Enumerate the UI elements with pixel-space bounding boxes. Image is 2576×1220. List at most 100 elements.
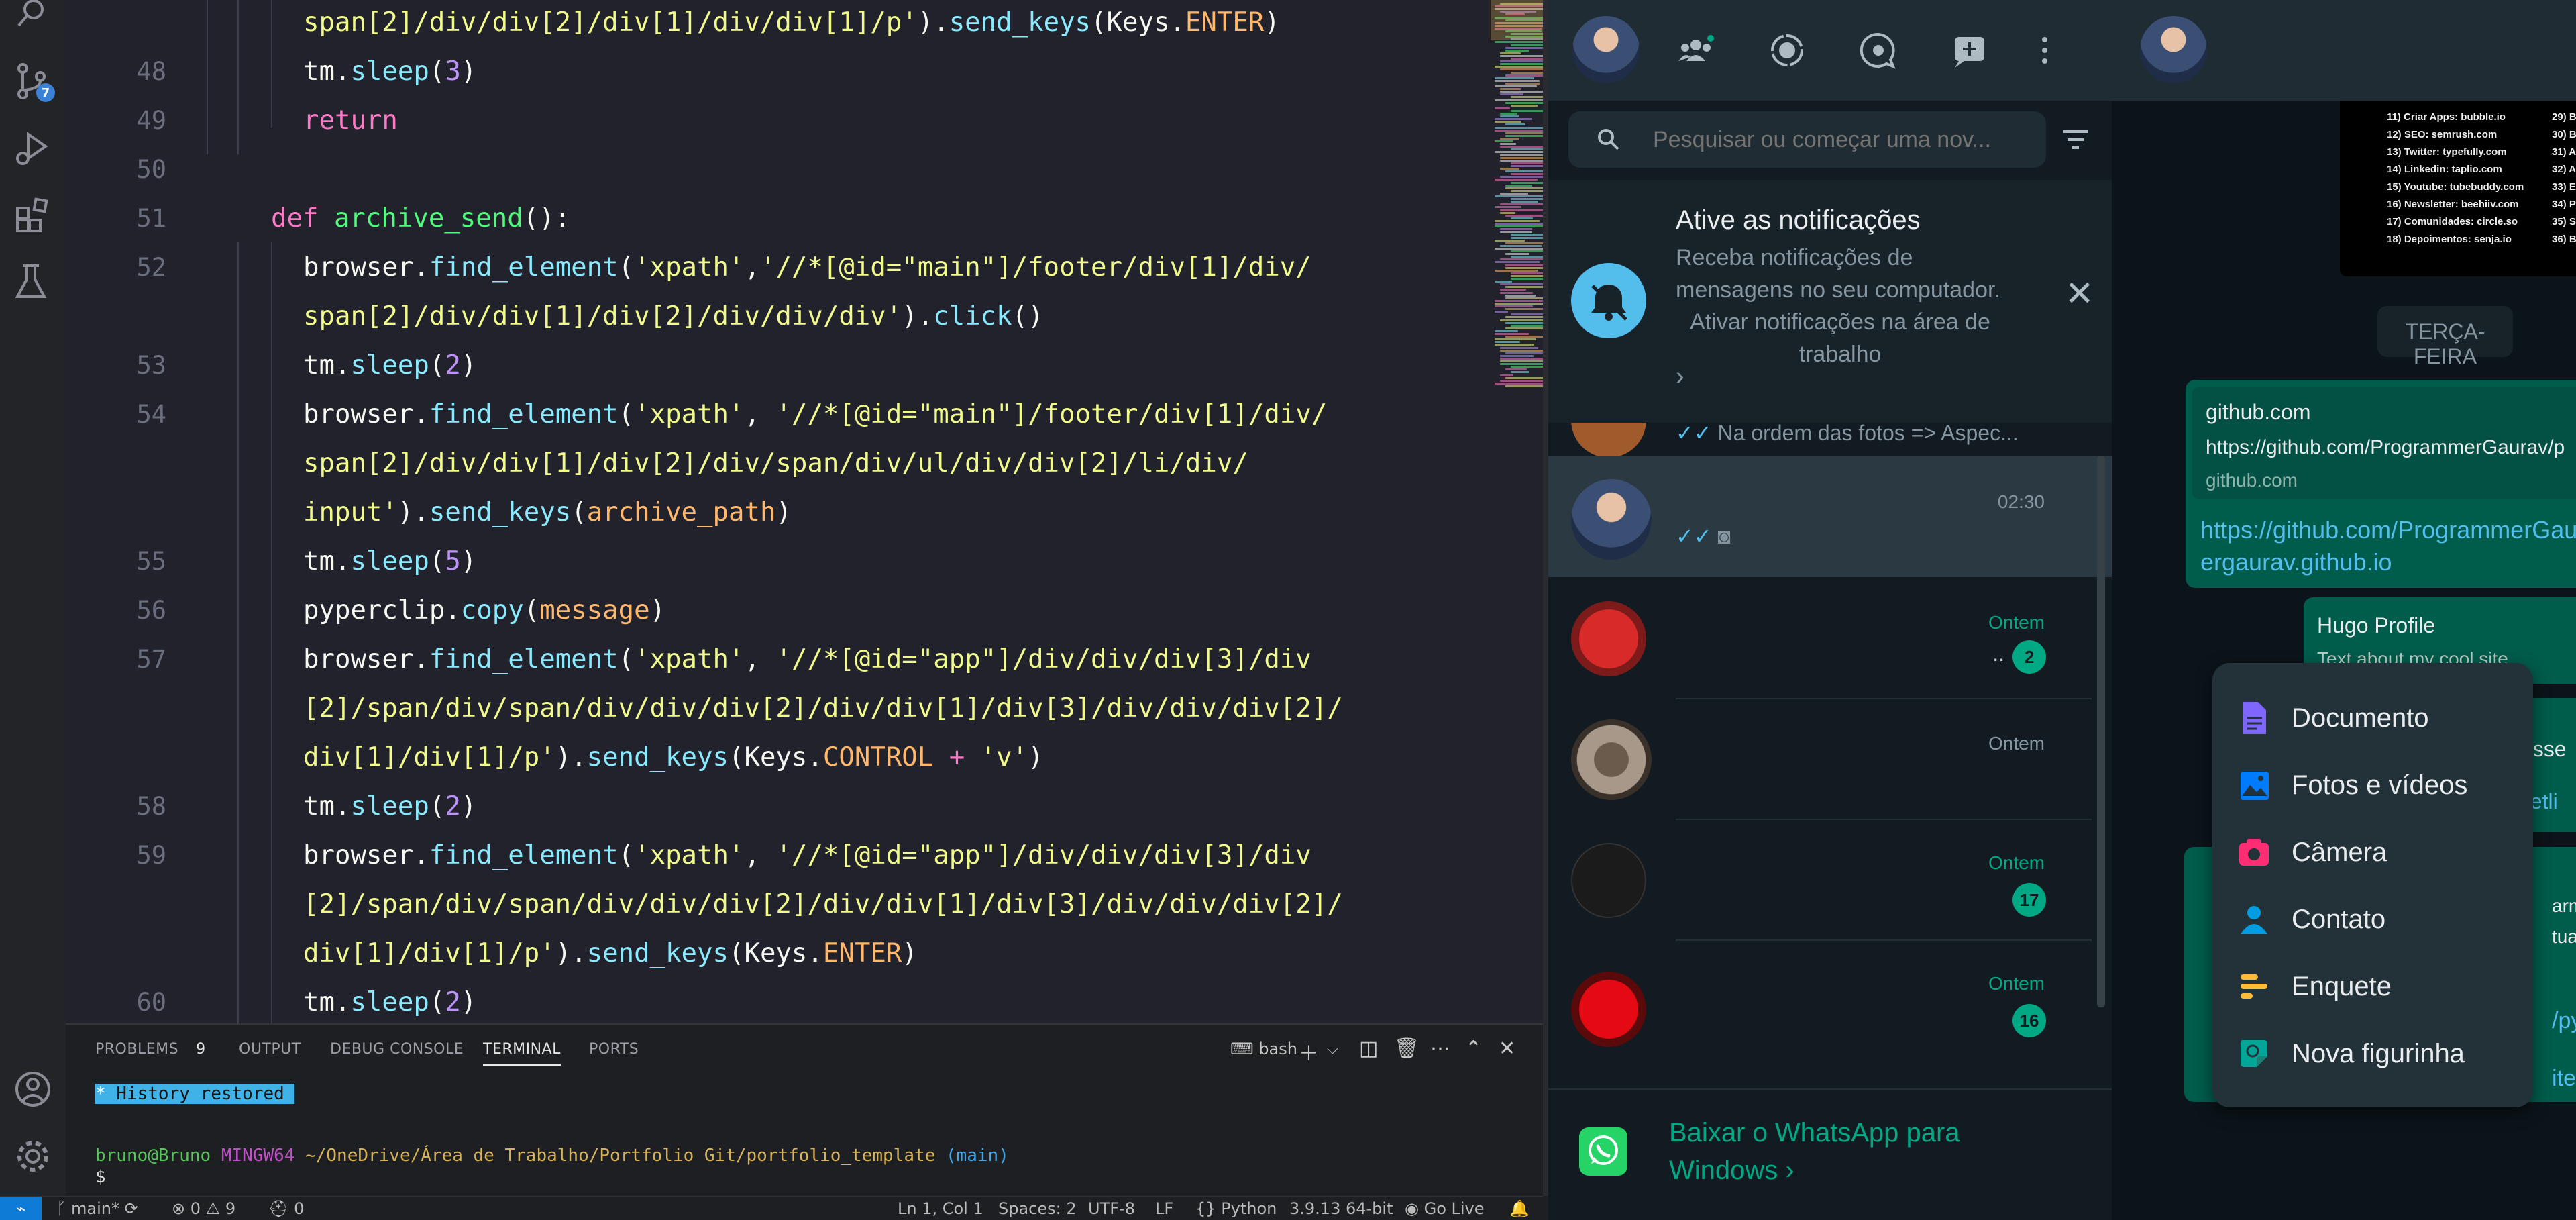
chat-item[interactable]: Ontem 16 (1548, 941, 2112, 1062)
code-line[interactable]: browser.find_element('xpath', '//*[@id="… (303, 831, 1311, 880)
remote-icon[interactable]: ⌁ (0, 1197, 42, 1220)
chat-item[interactable]: Ontem (1548, 699, 2112, 820)
history-marker-icon: * (95, 1084, 106, 1104)
communities-icon[interactable] (1676, 30, 1716, 70)
chevron-down-icon[interactable]: ⌵ (1327, 1041, 1338, 1058)
run-debug-icon[interactable] (13, 129, 52, 168)
testing-icon[interactable] (13, 263, 52, 302)
language-mode[interactable]: {} Python (1195, 1199, 1277, 1218)
chat-item-selected[interactable]: 02:30 ✓✓ ◙ (1548, 456, 2112, 577)
code-line[interactable]: tm.sleep(3) (303, 47, 476, 96)
indentation[interactable]: Spaces: 2 (998, 1199, 1077, 1218)
line-ending[interactable]: LF (1155, 1199, 1173, 1218)
tab-output[interactable]: OUTPUT (239, 1041, 301, 1058)
image-message[interactable]: 11) Criar Apps: bubble.io 12) SEO: semrus… (2340, 101, 2576, 276)
python-interpreter[interactable]: 3.9.13 64-bit (1289, 1199, 1393, 1218)
branch-indicator[interactable]: ᚴ main* ⟳ (56, 1199, 138, 1218)
list-item: 34) P (2552, 199, 2576, 210)
code-line[interactable]: tm.sleep(2) (303, 782, 476, 831)
terminal-shell[interactable]: ⌨ bash (1230, 1039, 1297, 1058)
chevron-right-icon[interactable]: › (1676, 362, 1684, 391)
code-line[interactable]: div[1]/div[1]/p').send_keys(Keys.ENTER) (303, 929, 918, 978)
code-line[interactable]: browser.find_element('xpath', '//*[@id="… (303, 390, 1327, 439)
more-icon[interactable]: ⋯ (1430, 1037, 1450, 1060)
code-line[interactable]: return (303, 96, 398, 145)
conversation-header[interactable] (2112, 0, 2576, 101)
code-line[interactable]: [2]/span/div/span/div/div/div[2]/div/div… (303, 684, 1343, 733)
code-line[interactable]: span[2]/div/div[1]/div[2]/div/span/div/u… (303, 439, 1248, 488)
enable-notifications-link[interactable]: Ativar notificações na área de trabalho (1676, 306, 2004, 370)
notifications-bell-icon[interactable]: 🔔 (1509, 1199, 1529, 1218)
code-line[interactable]: tm.sleep(2) (303, 341, 476, 390)
tab-ports[interactable]: PORTS (589, 1041, 639, 1058)
tab-terminal[interactable]: TERMINAL (483, 1041, 561, 1066)
code-line[interactable]: div[1]/div[1]/p').send_keys(Keys.CONTROL… (303, 733, 1044, 782)
attach-poll[interactable]: Enquete (2212, 952, 2533, 1019)
split-terminal-icon[interactable]: ◫ (1359, 1037, 1378, 1060)
code-line[interactable]: span[2]/div/div[1]/div[2]/div/div/div').… (303, 292, 1044, 341)
account-icon[interactable] (13, 1070, 52, 1109)
minimap[interactable] (1491, 0, 1543, 403)
chat-item[interactable]: Ontem 17 (1548, 820, 2112, 941)
code-line[interactable]: tm.sleep(5) (303, 537, 476, 586)
code-line[interactable]: browser.find_element('xpath', '//*[@id="… (303, 635, 1311, 684)
cursor-position[interactable]: Ln 1, Col 1 (898, 1199, 983, 1218)
attach-camera[interactable]: Câmera (2212, 817, 2533, 884)
error-icon: ⊗ (172, 1199, 186, 1218)
message-link[interactable]: https://github.com/ProgrammerGau ergaurav… (2200, 514, 2576, 578)
maximize-panel-icon[interactable]: ⌃ (1465, 1037, 1482, 1060)
code-line[interactable]: browser.find_element('xpath','//*[@id="m… (303, 243, 1311, 292)
chat-time: Ontem (1988, 733, 2045, 754)
split-divider[interactable] (1543, 0, 1548, 1196)
terminal-cursor[interactable]: $ (95, 1167, 106, 1187)
trash-icon[interactable]: 🗑 (1394, 1037, 1419, 1060)
attach-sticker[interactable]: Nova figurinha (2212, 1019, 2533, 1086)
chat-list-scrollbar[interactable] (2097, 429, 2106, 1087)
list-item: 36) B (2552, 234, 2576, 245)
terminal-prompt-line[interactable]: bruno@Bruno MINGW64 ~/OneDrive/Área de T… (95, 1146, 1009, 1166)
close-panel-icon[interactable]: ✕ (1499, 1037, 1515, 1060)
close-notification-icon[interactable]: ✕ (2065, 274, 2094, 314)
menu-icon[interactable] (2025, 30, 2065, 70)
problems-indicator[interactable]: ⊗ 0 ⚠ 9 (172, 1199, 235, 1218)
code-line[interactable]: [2]/span/div/span/div/div/div[2]/div/div… (303, 880, 1343, 929)
outgoing-message[interactable]: github.com https://github.com/Programmer… (2186, 380, 2576, 588)
muted-bell-icon (1571, 263, 1646, 338)
chat-item-partial[interactable]: ✓✓ Na ordem das fotos => Aspec... (1548, 423, 2112, 456)
line-number: 59 (136, 841, 166, 870)
status-icon[interactable] (1767, 30, 1807, 70)
bottom-panel: PROBLEMS 9 OUTPUT DEBUG CONSOLE TERMINAL … (66, 1023, 1543, 1196)
attach-photos-videos[interactable]: Fotos e vídeos (2212, 750, 2533, 817)
search-bar[interactable] (1568, 111, 2046, 168)
settings-icon[interactable] (13, 1137, 52, 1176)
download-link[interactable]: Baixar o WhatsApp para Windows › (1669, 1114, 2072, 1189)
go-live-button[interactable]: ◉ Go Live (1405, 1199, 1485, 1218)
add-terminal-icon[interactable]: ＋ (1299, 1037, 1319, 1066)
attach-contact[interactable]: Contato (2212, 884, 2533, 952)
search-icon[interactable] (13, 0, 52, 39)
encoding[interactable]: UTF-8 (1088, 1199, 1135, 1218)
new-chat-icon[interactable] (1949, 30, 1990, 70)
channels-icon[interactable] (1858, 30, 1898, 70)
tab-debug-console[interactable]: DEBUG CONSOLE (330, 1041, 464, 1058)
chat-time: Ontem (1988, 852, 2045, 873)
tab-problems[interactable]: PROBLEMS 9 (95, 1041, 206, 1058)
code-line[interactable]: def archive_send(): (271, 194, 570, 243)
user-avatar[interactable] (1572, 16, 1640, 83)
ports-indicator[interactable]: ⛑ 0 (268, 1199, 304, 1218)
download-banner[interactable]: Baixar o WhatsApp para Windows › (1548, 1088, 2112, 1220)
code-line[interactable]: input').send_keys(archive_path) (303, 488, 792, 537)
link-preview[interactable]: github.com https://github.com/Programmer… (2192, 387, 2576, 499)
code-editor[interactable]: span[2]/div/div[2]/div[1]/div/div[1]/p')… (66, 0, 1543, 1023)
sync-icon: ⟳ (124, 1199, 138, 1218)
contact-avatar[interactable] (2140, 16, 2207, 83)
extensions-icon[interactable] (13, 196, 52, 235)
attach-document[interactable]: Documento (2212, 683, 2533, 750)
filter-icon[interactable] (2061, 126, 2090, 153)
code-line[interactable]: pyperclip.copy(message) (303, 586, 665, 635)
code-line[interactable]: tm.sleep(2) (303, 978, 476, 1023)
chat-item[interactable]: Ontem .. 2 (1548, 578, 2112, 699)
code-line[interactable]: span[2]/div/div[2]/div[1]/div/div[1]/p')… (303, 0, 1280, 47)
chat-avatar (1571, 601, 1646, 676)
search-input[interactable] (1653, 123, 2029, 156)
